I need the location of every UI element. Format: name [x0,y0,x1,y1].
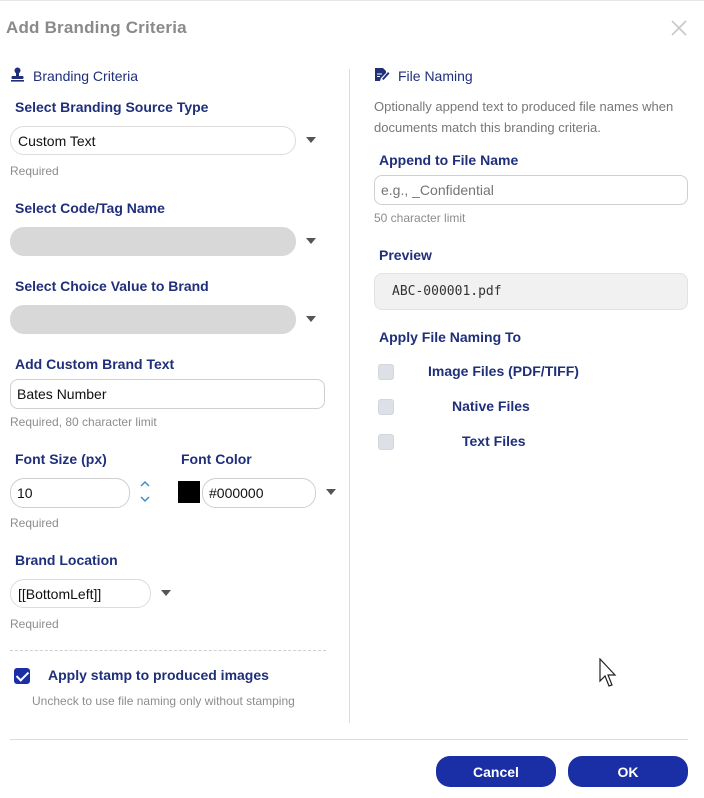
native-files-checkbox[interactable] [378,399,394,415]
mouse-cursor-icon [599,657,619,693]
dialog-title: Add Branding Criteria [6,18,187,37]
divider [10,650,326,651]
branding-criteria-heading: Branding Criteria [10,67,138,85]
font-size-input[interactable]: 10 [10,478,130,508]
add-branding-criteria-dialog: Add Branding Criteria Branding Criteria … [0,0,704,798]
append-input[interactable] [374,175,688,205]
close-icon[interactable] [670,19,688,37]
choice-value-label: Select Choice Value to Brand [15,278,209,294]
code-tag-label: Select Code/Tag Name [15,200,165,216]
apply-stamp-hint: Uncheck to use file naming only without … [32,694,295,708]
font-size-hint: Required [10,516,59,530]
append-label: Append to File Name [379,152,519,168]
brand-location-label: Brand Location [15,552,118,568]
color-swatch[interactable] [178,481,200,503]
apply-stamp-checkbox[interactable] [14,668,30,684]
append-hint: 50 character limit [374,211,466,225]
chevron-down-icon[interactable] [306,316,316,322]
brand-location-hint: Required [10,617,59,631]
choice-value-select[interactable] [10,305,296,334]
file-naming-description: Optionally append text to produced file … [374,99,674,135]
file-naming-heading: File Naming [374,67,473,85]
apply-to-label: Apply File Naming To [379,329,522,345]
apply-stamp-label[interactable]: Apply stamp to produced images [48,667,269,683]
text-files-label[interactable]: Text Files [462,433,526,449]
chevron-down-icon[interactable] [306,238,316,244]
preview-value: ABC-000001.pdf [374,273,688,310]
chevron-down-icon[interactable] [161,590,171,596]
footer-divider [10,739,688,740]
stamp-icon [10,67,25,85]
image-files-checkbox[interactable] [378,364,394,380]
source-type-hint: Required [10,164,59,178]
font-size-label: Font Size (px) [15,451,107,467]
font-color-input[interactable]: #000000 [202,478,316,508]
custom-text-input[interactable]: Bates Number [10,379,325,409]
custom-text-hint: Required, 80 character limit [10,415,157,429]
font-size-stepper[interactable] [139,478,151,511]
source-type-select[interactable]: Custom Text [10,126,296,155]
image-files-label[interactable]: Image Files (PDF/TIFF) [428,363,579,379]
font-color-label: Font Color [181,451,252,467]
source-type-label: Select Branding Source Type [15,99,209,115]
code-tag-select[interactable] [10,227,296,256]
file-naming-title: File Naming [398,68,473,84]
text-files-checkbox[interactable] [378,434,394,450]
brand-location-select[interactable]: [[BottomLeft]] [10,579,151,608]
chevron-down-icon[interactable] [306,137,316,143]
native-files-label[interactable]: Native Files [452,398,530,414]
column-divider [349,69,350,723]
chevron-down-icon[interactable] [326,489,336,495]
preview-label: Preview [379,247,432,263]
custom-text-label: Add Custom Brand Text [15,356,175,372]
ok-button[interactable]: OK [568,756,688,787]
file-signature-icon [374,67,390,85]
cancel-button[interactable]: Cancel [436,756,556,787]
branding-criteria-title: Branding Criteria [33,68,139,84]
